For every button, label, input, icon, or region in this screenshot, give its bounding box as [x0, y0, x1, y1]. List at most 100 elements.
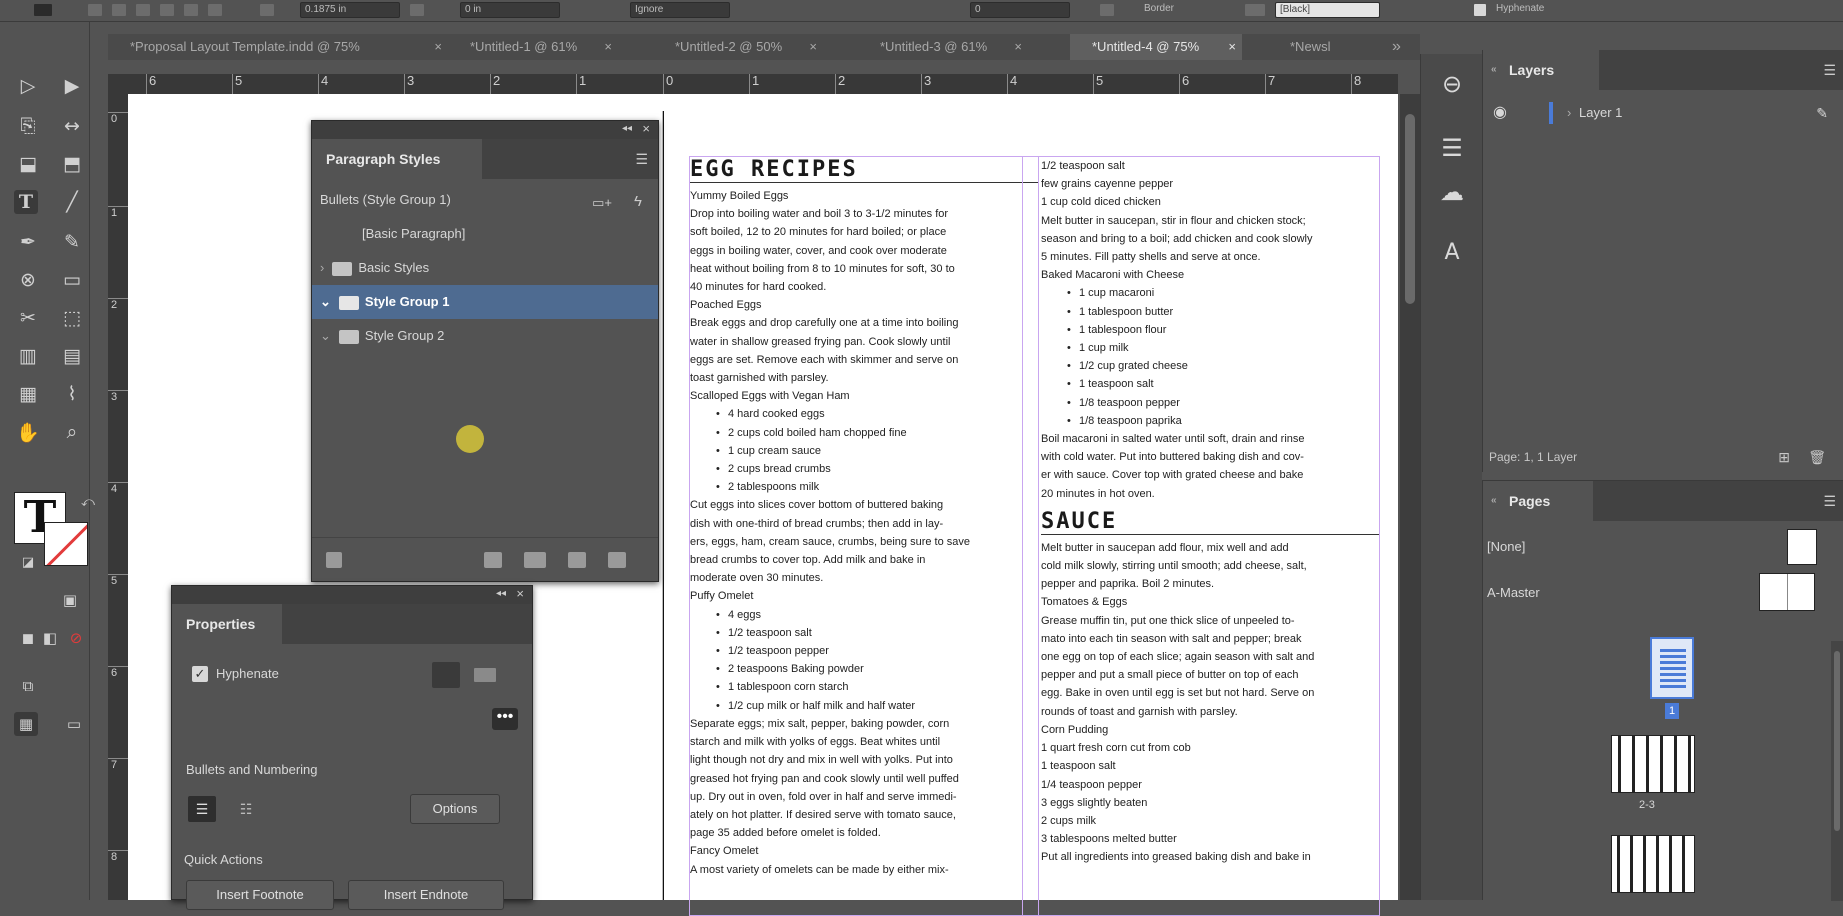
style-group-1[interactable]: ⌄ Style Group 1	[312, 285, 658, 319]
eyedropper-tool-icon[interactable]: ⌇	[60, 382, 84, 406]
tab-newsletter[interactable]: *Newsl	[1268, 34, 1378, 60]
align-columns-icon[interactable]	[474, 668, 496, 682]
style-item-basic-paragraph[interactable]: [Basic Paragraph]	[312, 217, 658, 251]
collapse-icon[interactable]: «	[1491, 50, 1497, 90]
close-icon[interactable]: ×	[642, 121, 650, 136]
preview-mode-icon[interactable]: ⧉	[16, 674, 40, 698]
style-group-basic-styles[interactable]: › Basic Styles	[312, 251, 658, 285]
scrollbar-thumb[interactable]	[1834, 651, 1840, 831]
page-thumbnail[interactable]	[1787, 529, 1817, 565]
gap-tool-icon[interactable]: ↔	[60, 114, 84, 138]
scissors-tool-icon[interactable]: ✂	[16, 306, 40, 330]
align-icon[interactable]	[88, 4, 102, 16]
master-none-row[interactable]: [None]	[1487, 529, 1827, 565]
dropcap-field[interactable]: 0	[970, 2, 1070, 18]
bulleted-list-icon[interactable]: ☰	[188, 796, 216, 822]
hand-tool-icon[interactable]: ✋	[16, 420, 40, 444]
close-icon[interactable]: ×	[516, 586, 524, 601]
quick-apply-icon[interactable]: ϟ	[634, 193, 642, 210]
trash-icon[interactable]: 🗑	[1808, 442, 1826, 472]
space-field[interactable]: 0 in	[460, 2, 560, 18]
new-style-icon[interactable]	[568, 552, 586, 568]
vertical-ruler[interactable]: 0 1 2 3 4 5 6 7 8	[108, 94, 128, 900]
tab-paragraph-styles[interactable]: Paragraph Styles	[312, 139, 482, 179]
align-icon[interactable]	[136, 4, 150, 16]
spread-2-3-thumbnail[interactable]	[1611, 735, 1695, 793]
direct-selection-tool-icon[interactable]: ▶	[60, 74, 84, 98]
indent-icon[interactable]	[260, 4, 274, 16]
tab-untitled-4[interactable]: *Untitled-4 @ 75% ×	[1070, 34, 1242, 60]
text-frame-left[interactable]: EGG RECIPES Yummy Boiled Eggs Drop into b…	[689, 156, 1039, 916]
selection-tool-icon[interactable]: ▷	[16, 74, 40, 98]
new-layer-icon[interactable]: ⊞	[1778, 442, 1790, 472]
style-override-icon[interactable]	[326, 552, 342, 568]
chevron-down-icon[interactable]: ⌄	[320, 328, 331, 343]
gradient-tool-icon[interactable]: ▥	[16, 344, 40, 368]
line-tool-icon[interactable]: ╱	[60, 190, 84, 214]
tab-untitled-3[interactable]: *Untitled-3 @ 61% ×	[858, 34, 1028, 60]
tab-pages[interactable]: « Pages	[1483, 481, 1593, 521]
content-placer-icon[interactable]: ⬒	[60, 152, 84, 176]
insert-footnote-button[interactable]: Insert Footnote	[186, 880, 334, 910]
options-button[interactable]: Options	[410, 794, 500, 824]
close-icon[interactable]: ×	[1014, 34, 1022, 60]
character-styles-icon[interactable]: A	[1437, 240, 1467, 266]
page-tool-icon[interactable]: ⎘	[16, 114, 40, 138]
type-tool-icon[interactable]: T	[14, 190, 38, 214]
numbered-list-icon[interactable]: ☷	[232, 796, 260, 822]
spread-4-5-thumbnail[interactable]	[1611, 835, 1695, 893]
default-colors-icon[interactable]: ◪	[16, 550, 40, 574]
collapse-icon[interactable]: ◂◂	[496, 588, 506, 599]
normal-view-icon[interactable]: ▦	[14, 712, 38, 736]
transform-tool-icon[interactable]: ⬚	[60, 306, 84, 330]
links-icon[interactable]: ⊖	[1437, 70, 1467, 98]
app-menu-icon[interactable]	[34, 4, 52, 16]
create-style-icon[interactable]: ▭+	[592, 195, 612, 211]
pages-scrollbar[interactable]	[1831, 641, 1843, 901]
trash-icon[interactable]	[608, 552, 626, 568]
master-spread-thumbnail[interactable]	[1759, 573, 1815, 611]
apply-color-icon[interactable]: ◼	[16, 626, 40, 650]
content-collector-icon[interactable]: ⬓	[16, 152, 40, 176]
align-icon[interactable]	[112, 4, 126, 16]
panel-drag-bar[interactable]: ◂◂ ×	[172, 586, 532, 604]
panel-drag-bar[interactable]: ◂◂ ×	[312, 121, 658, 139]
cc-libraries-icon[interactable]: ☁	[1437, 178, 1467, 206]
tab-proposal[interactable]: *Proposal Layout Template.indd @ 75% ×	[108, 34, 448, 60]
pencil-tool-icon[interactable]: ✎	[60, 230, 84, 254]
scrollbar-thumb[interactable]	[1405, 114, 1415, 304]
document-page[interactable]: EGG RECIPES Yummy Boiled Eggs Drop into b…	[663, 111, 1393, 916]
align-icon[interactable]	[208, 4, 222, 16]
clear-overrides-icon[interactable]	[524, 552, 546, 568]
hyphenate-checkbox[interactable]: ✓	[192, 666, 208, 682]
apply-none-icon[interactable]: ⊘	[64, 626, 88, 650]
page-1-thumbnail[interactable]	[1650, 637, 1694, 699]
align-justify-icon[interactable]	[432, 662, 460, 688]
tab-overflow-button[interactable]: »	[1380, 34, 1420, 60]
collapse-icon[interactable]: ◂◂	[622, 123, 632, 134]
panel-menu-icon[interactable]: ☰	[635, 151, 648, 168]
space-icon[interactable]	[410, 4, 424, 16]
pen-tool-icon[interactable]: ✒	[16, 230, 40, 254]
rectangle-tool-icon[interactable]: ▭	[60, 268, 84, 292]
stroke-icon[interactable]: ☰	[1437, 134, 1467, 162]
ellipse-frame-icon[interactable]: ⊗	[16, 268, 40, 292]
chevron-right-icon[interactable]: ›	[320, 260, 324, 275]
a-master-row[interactable]: A-Master	[1487, 573, 1827, 613]
stroke-swatch-icon[interactable]	[44, 522, 88, 566]
tab-untitled-1[interactable]: *Untitled-1 @ 61% ×	[448, 34, 618, 60]
collapse-icon[interactable]: «	[1491, 481, 1497, 521]
close-icon[interactable]: ×	[434, 34, 442, 60]
chevron-right-icon[interactable]: ›	[1567, 96, 1571, 130]
eye-icon[interactable]: ◉	[1493, 96, 1507, 130]
gradient-feather-icon[interactable]: ▤	[60, 344, 84, 368]
align-icon[interactable]	[160, 4, 174, 16]
layer-row[interactable]: ◉ › Layer 1 ✎	[1483, 96, 1843, 130]
swap-colors-icon[interactable]: ⤺	[76, 490, 100, 514]
indent-field[interactable]: 0.1875 in	[300, 2, 400, 18]
formatting-container-icon[interactable]: ▣	[58, 588, 82, 612]
style-group-2[interactable]: ⌄ Style Group 2	[312, 319, 658, 353]
apply-gradient-icon[interactable]: ◧	[38, 626, 62, 650]
vertical-scrollbar[interactable]	[1400, 94, 1420, 900]
align-icon[interactable]	[184, 4, 198, 16]
